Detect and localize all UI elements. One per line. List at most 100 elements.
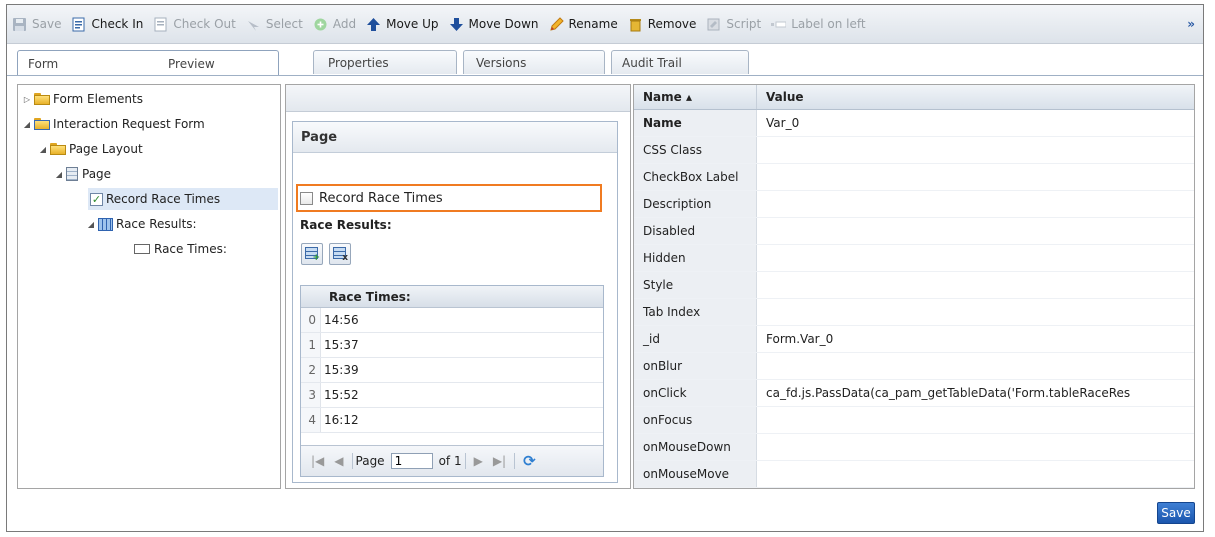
row-value[interactable]: 14:56 xyxy=(321,313,359,327)
property-value[interactable] xyxy=(757,407,766,433)
property-row[interactable]: onMouseOut xyxy=(634,488,1194,489)
row-value[interactable]: 15:37 xyxy=(321,338,359,352)
prev-page-icon[interactable]: ◀ xyxy=(334,454,343,468)
table-row[interactable]: 2 15:39 xyxy=(301,358,603,383)
property-row[interactable]: onBlur xyxy=(634,353,1194,380)
tab-audit-trail[interactable]: Audit Trail xyxy=(611,50,749,74)
property-row[interactable]: onMouseDown xyxy=(634,434,1194,461)
property-value[interactable] xyxy=(757,191,766,217)
table-row[interactable]: 3 15:52 xyxy=(301,383,603,408)
row-value[interactable]: 16:12 xyxy=(321,413,359,427)
name-column-header[interactable]: Name ▴ xyxy=(634,85,757,109)
tree-item-page-layout[interactable]: ◢ Page Layout xyxy=(38,138,143,160)
race-times-grid: Race Times: 0 14:56 1 15:37 2 15:39 3 15:52 … xyxy=(300,285,604,477)
floppy-disk-icon xyxy=(12,17,27,32)
property-row[interactable]: onClick ca_fd.js.PassData(ca_pam_getTable… xyxy=(634,380,1194,407)
tree-item-record-race-times[interactable]: ✓ Record Race Times xyxy=(88,188,278,210)
next-page-icon[interactable]: ▶ xyxy=(474,454,483,468)
tree-item-page[interactable]: ◢ Page xyxy=(54,163,111,185)
value-column-header[interactable]: Value xyxy=(757,85,804,109)
script-button[interactable]: Script xyxy=(701,12,766,36)
add-row-button[interactable]: + xyxy=(301,243,323,265)
property-value[interactable]: Var_0 xyxy=(757,110,799,136)
tree-item-race-times[interactable]: Race Times: xyxy=(132,238,227,260)
property-row[interactable]: Tab Index xyxy=(634,299,1194,326)
table-row[interactable]: 4 16:12 xyxy=(301,408,603,433)
property-value[interactable] xyxy=(757,353,766,379)
race-times-column-header[interactable]: Race Times: xyxy=(301,286,603,308)
collapse-arrow-icon[interactable]: ◢ xyxy=(54,170,64,179)
property-value[interactable] xyxy=(757,299,766,325)
remove-button[interactable]: Remove xyxy=(623,12,702,36)
property-name: _id xyxy=(634,326,757,352)
table-row[interactable]: 0 14:56 xyxy=(301,308,603,333)
tab-versions[interactable]: Versions xyxy=(463,50,605,74)
row-value[interactable]: 15:39 xyxy=(321,363,359,377)
record-race-times-checkbox[interactable] xyxy=(300,191,313,205)
property-name: onMouseMove xyxy=(634,461,757,487)
save-button[interactable]: Save xyxy=(1157,502,1195,524)
property-row[interactable]: CSS Class xyxy=(634,137,1194,164)
remove-label: Remove xyxy=(647,17,697,31)
property-row[interactable]: onMouseMove xyxy=(634,461,1194,488)
record-race-times-field[interactable]: Record Race Times xyxy=(296,184,602,212)
tree-item-race-results[interactable]: ◢ Race Results: xyxy=(86,213,197,235)
move-up-button[interactable]: Move Up xyxy=(361,12,443,36)
select-button[interactable]: Select xyxy=(241,12,308,36)
page-number-input[interactable] xyxy=(390,453,433,469)
property-row[interactable]: CheckBox Label xyxy=(634,164,1194,191)
collapse-arrow-icon[interactable]: ◢ xyxy=(86,220,96,229)
tree-item-form-elements[interactable]: ▷ Form Elements xyxy=(22,88,143,110)
label-on-left-button[interactable]: Label on left xyxy=(766,12,870,36)
tab-form[interactable]: Form Preview xyxy=(17,50,279,76)
table-row[interactable]: 1 15:37 xyxy=(301,333,603,358)
property-row[interactable]: Name Var_0 xyxy=(634,110,1194,137)
expand-arrow-icon[interactable]: ▷ xyxy=(22,95,32,104)
tab-properties[interactable]: Properties xyxy=(313,50,457,74)
property-value[interactable] xyxy=(757,218,766,244)
refresh-icon[interactable]: ⟳ xyxy=(523,452,536,470)
check-in-button[interactable]: Check In xyxy=(66,12,148,36)
form-preview-pane: Page Record Race Times Race Results: + x… xyxy=(285,84,631,489)
rename-button[interactable]: Rename xyxy=(544,12,623,36)
collapse-arrow-icon[interactable]: ◢ xyxy=(22,120,32,129)
row-index: 0 xyxy=(301,308,321,332)
page-panel-title: Page xyxy=(293,122,617,153)
property-row[interactable]: Hidden xyxy=(634,245,1194,272)
property-name: onMouseOut xyxy=(634,488,757,489)
tree-item-interaction-request-form[interactable]: ◢ Interaction Request Form xyxy=(22,113,205,135)
property-row[interactable]: Style xyxy=(634,272,1194,299)
preview-header xyxy=(286,85,630,112)
save-toolbar-button[interactable]: Save xyxy=(7,12,66,36)
property-value[interactable] xyxy=(757,461,766,487)
property-row[interactable]: _id Form.Var_0 xyxy=(634,326,1194,353)
delete-row-button[interactable]: x xyxy=(329,243,351,265)
check-out-button[interactable]: Check Out xyxy=(148,12,240,36)
property-value[interactable]: Form.Var_0 xyxy=(757,326,833,352)
property-row[interactable]: Description xyxy=(634,191,1194,218)
form-designer-window: Save Check In Check Out Select Add Move … xyxy=(6,4,1204,532)
collapse-arrow-icon[interactable]: ◢ xyxy=(38,145,48,154)
property-value[interactable]: ca_fd.js.PassData(ca_pam_getTableData('F… xyxy=(757,380,1130,406)
row-value[interactable]: 15:52 xyxy=(321,388,359,402)
plus-badge-icon: + xyxy=(312,253,320,263)
property-name: Tab Index xyxy=(634,299,757,325)
tree-item-label: Interaction Request Form xyxy=(53,117,205,131)
first-page-icon[interactable]: |◀ xyxy=(311,454,324,468)
property-value[interactable] xyxy=(757,245,766,271)
property-value[interactable] xyxy=(757,434,766,460)
toolbar-overflow-button[interactable]: » xyxy=(1182,12,1203,36)
property-row[interactable]: Disabled xyxy=(634,218,1194,245)
last-page-icon[interactable]: ▶| xyxy=(493,454,506,468)
tree-item-label: Record Race Times xyxy=(106,192,221,206)
add-button[interactable]: Add xyxy=(308,12,361,36)
page-icon xyxy=(66,167,78,181)
move-down-button[interactable]: Move Down xyxy=(444,12,544,36)
property-value[interactable] xyxy=(757,137,766,163)
property-value[interactable] xyxy=(757,272,766,298)
tab-preview-label[interactable]: Preview xyxy=(168,57,215,71)
folder-icon xyxy=(34,93,50,105)
property-value[interactable] xyxy=(757,164,766,190)
property-row[interactable]: onFocus xyxy=(634,407,1194,434)
property-value[interactable] xyxy=(757,488,766,489)
